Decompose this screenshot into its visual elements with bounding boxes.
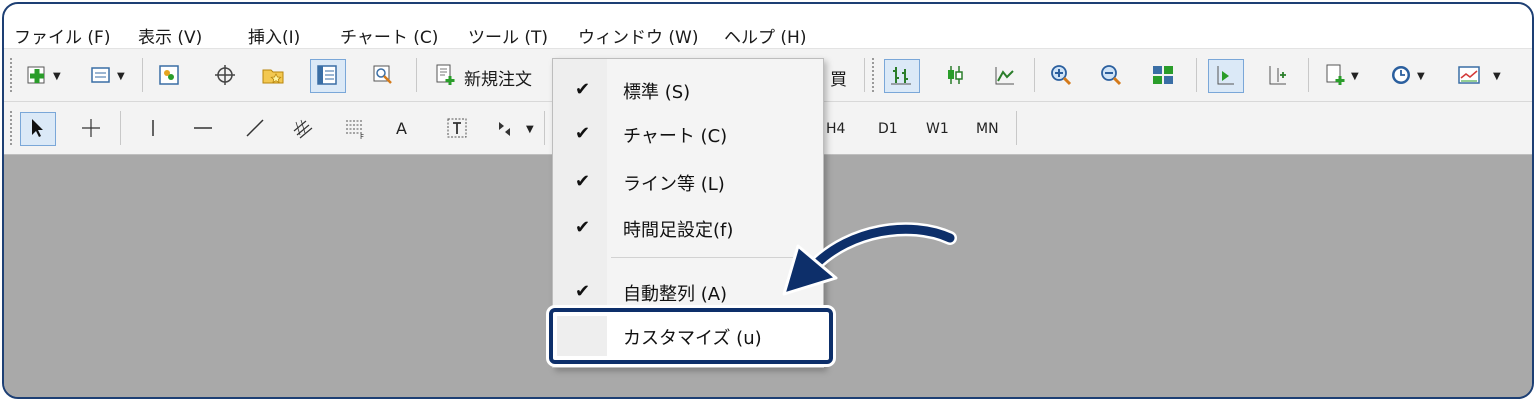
menu-item-label: カスタマイズ (u) xyxy=(623,328,762,349)
check-icon: ✔ xyxy=(575,217,591,238)
zoom-in-icon[interactable] xyxy=(1048,62,1074,88)
toolbar-grip[interactable] xyxy=(872,58,878,92)
horizontal-line-icon[interactable] xyxy=(190,115,216,141)
menu-item-line-studies[interactable]: ✔ ライン等 (L) xyxy=(553,161,823,201)
toolbar-separator xyxy=(864,58,865,92)
arrows-icon[interactable] xyxy=(494,115,520,141)
text-label-icon[interactable] xyxy=(444,115,470,141)
favorites-folder-icon[interactable] xyxy=(260,62,286,88)
toolbar-grip[interactable] xyxy=(10,111,16,145)
chevron-down-icon[interactable]: ▼ xyxy=(526,124,534,135)
crosshair-icon[interactable] xyxy=(78,115,104,141)
new-chart-icon[interactable] xyxy=(24,62,50,88)
chart-shift-icon[interactable] xyxy=(1264,62,1290,88)
chevron-down-icon[interactable]: ▼ xyxy=(1351,71,1359,82)
fibonacci-icon[interactable]: F xyxy=(342,115,368,141)
check-icon: ✔ xyxy=(575,171,591,192)
navigator-icon xyxy=(314,62,340,88)
trend-line-icon[interactable] xyxy=(242,115,268,141)
chevron-down-icon[interactable]: ▼ xyxy=(117,71,125,82)
market-watch-icon[interactable] xyxy=(156,62,182,88)
menu-item-label: ライン等 (L) xyxy=(623,174,725,195)
toolbar-separator xyxy=(1034,58,1035,92)
periods-clock-icon[interactable] xyxy=(1388,62,1414,88)
chevron-down-icon[interactable]: ▼ xyxy=(53,71,61,82)
toolbar-separator xyxy=(544,111,545,145)
check-icon: ✔ xyxy=(575,79,591,100)
indicators-icon[interactable] xyxy=(1322,62,1348,88)
menu-item-label: 標準 (S) xyxy=(623,82,691,103)
profiles-icon[interactable] xyxy=(88,62,114,88)
menu-file[interactable]: ファイル (F) xyxy=(14,23,110,48)
callout-arrow-icon xyxy=(782,222,957,296)
toolbar-separator xyxy=(1016,111,1017,145)
templates-icon[interactable] xyxy=(1456,62,1482,88)
text-tool[interactable]: A xyxy=(396,119,407,138)
svg-text:F: F xyxy=(360,133,364,140)
menu-item-standard[interactable]: ✔ 標準 (S) xyxy=(553,69,823,109)
equidistant-channel-icon[interactable] xyxy=(290,115,316,141)
cursor-arrow-icon xyxy=(24,115,50,141)
menu-view[interactable]: 表示 (V) xyxy=(138,23,202,48)
candlestick-icon[interactable] xyxy=(942,62,968,88)
bar-chart-icon xyxy=(888,62,914,88)
new-order-icon[interactable] xyxy=(432,62,458,88)
toolbar-separator xyxy=(1196,58,1197,92)
line-chart-icon[interactable] xyxy=(992,62,1018,88)
toolbar-separator xyxy=(142,58,143,92)
timeframe-w1[interactable]: W1 xyxy=(926,121,949,137)
menu-chart[interactable]: チャート (C) xyxy=(340,23,438,48)
strategy-tester-icon[interactable] xyxy=(370,62,396,88)
menu-window[interactable]: ウィンドウ (W) xyxy=(578,23,698,48)
crosshair-target-icon[interactable] xyxy=(212,62,238,88)
menu-check-gutter xyxy=(557,316,607,356)
toolbar-separator xyxy=(120,111,121,145)
toolbar-separator xyxy=(1308,58,1309,92)
toolbar-separator xyxy=(416,58,417,92)
vertical-line-icon[interactable] xyxy=(140,115,166,141)
toolbar-grip[interactable] xyxy=(10,58,16,92)
timeframe-h4[interactable]: H4 xyxy=(826,121,845,137)
tile-windows-icon[interactable] xyxy=(1150,62,1176,88)
new-order-label[interactable]: 新規注文 xyxy=(464,65,532,90)
check-icon: ✔ xyxy=(575,123,591,144)
menu-insert[interactable]: 挿入(I) xyxy=(248,23,300,48)
buy-label[interactable]: 買 xyxy=(830,65,847,90)
menu-bar: ファイル (F) 表示 (V) 挿入(I) チャート (C) ツール (T) ウ… xyxy=(4,4,1532,49)
zoom-out-icon[interactable] xyxy=(1098,62,1124,88)
menu-tools[interactable]: ツール (T) xyxy=(468,23,548,48)
timeframe-mn[interactable]: MN xyxy=(976,121,999,137)
timeframe-d1[interactable]: D1 xyxy=(878,121,898,137)
chevron-down-icon[interactable]: ▼ xyxy=(1493,71,1501,82)
menu-item-label: 自動整列 (A) xyxy=(623,284,728,305)
auto-scroll-icon xyxy=(1212,62,1238,88)
menu-item-customize[interactable]: カスタマイズ (u) xyxy=(549,308,833,364)
menu-item-label: 時間足設定(f) xyxy=(623,220,734,241)
menu-item-label: チャート (C) xyxy=(623,126,728,147)
menu-help[interactable]: ヘルプ (H) xyxy=(724,23,806,48)
menu-item-charts[interactable]: ✔ チャート (C) xyxy=(553,113,823,153)
chevron-down-icon[interactable]: ▼ xyxy=(1417,71,1425,82)
check-icon: ✔ xyxy=(575,281,591,302)
